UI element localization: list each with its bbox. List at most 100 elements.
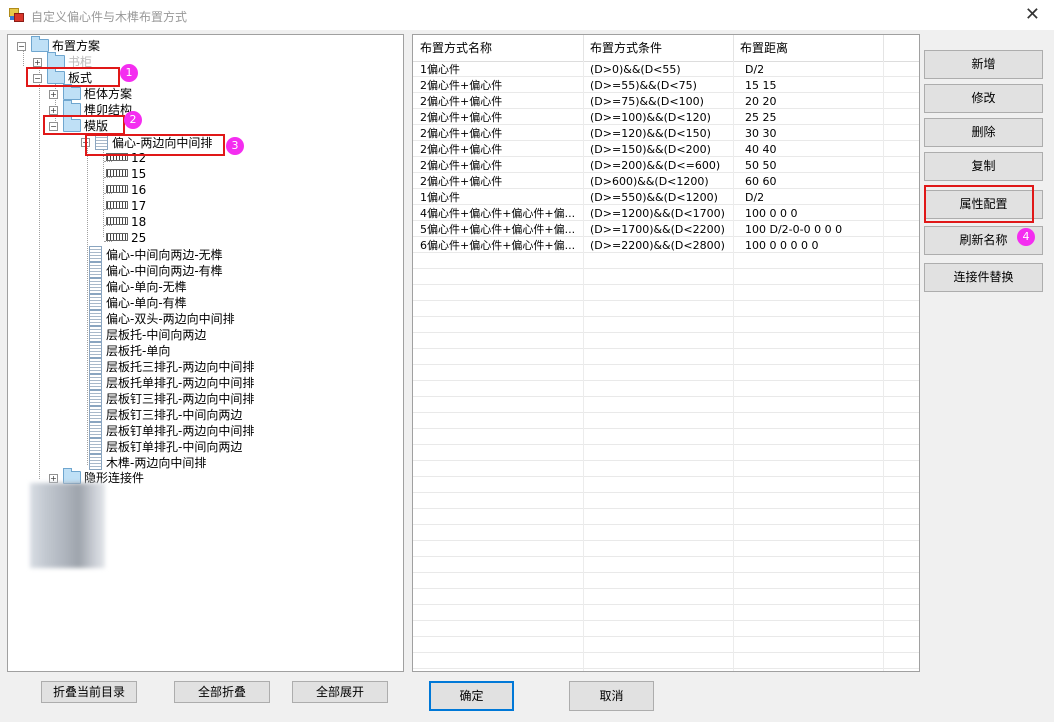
document-icon: [89, 278, 102, 294]
tree-node-template-item[interactable]: 层板托-中间向两边: [89, 326, 206, 342]
app-icon: [9, 8, 24, 22]
column-header-condition[interactable]: 布置方式条件: [590, 35, 662, 61]
cell-name: 1偏心件: [420, 191, 460, 204]
annotation-badge: 4: [1017, 228, 1035, 246]
cancel-button[interactable]: 取消: [569, 681, 654, 711]
edit-button[interactable]: 修改: [924, 84, 1043, 113]
cell-name: 2偏心件+偏心件: [420, 127, 503, 140]
grid-header: 布置方式名称 布置方式条件 布置距离: [413, 35, 919, 62]
copy-button[interactable]: 复制: [924, 152, 1043, 181]
cell-condition: (D>=120)&&(D<150): [590, 127, 711, 140]
highlight-box: [26, 67, 120, 87]
table-row[interactable]: 1偏心件 (D>0)&&(D<55) D/2: [413, 62, 919, 78]
column-header-name[interactable]: 布置方式名称: [420, 35, 492, 61]
tree-node-template-item[interactable]: 偏心-单向-无榫: [89, 278, 187, 294]
connector-replace-button[interactable]: 连接件替换: [924, 263, 1043, 292]
tree-node-template-item[interactable]: 层板托单排孔-两边向中间排: [89, 374, 254, 390]
table-row[interactable]: 2偏心件+偏心件 (D>=100)&&(D<120) 25 25: [413, 110, 919, 126]
tree-node-template-item[interactable]: 木榫-两边向中间排: [89, 454, 206, 470]
table-row[interactable]: 2偏心件+偏心件 (D>=200)&&(D<=600) 50 50: [413, 158, 919, 174]
cell-distance: 100 D/2-0-0 0 0 0: [745, 223, 843, 236]
table-row[interactable]: 1偏心件 (D>=550)&&(D<1200) D/2: [413, 190, 919, 206]
cell-condition: (D>600)&&(D<1200): [590, 175, 709, 188]
cell-name: 2偏心件+偏心件: [420, 79, 503, 92]
tree-node-template-item[interactable]: 层板钉单排孔-两边向中间排: [89, 422, 254, 438]
tree-node-label: 层板钉单排孔-两边向中间排: [106, 424, 255, 438]
tree-node-template-item[interactable]: 偏心-双头-两边向中间排: [89, 310, 235, 326]
expand-toggle-icon[interactable]: +: [49, 106, 58, 115]
board-icon: [106, 217, 128, 225]
cell-condition: (D>=150)&&(D<200): [590, 143, 711, 156]
column-header-distance[interactable]: 布置距离: [740, 35, 788, 61]
table-row[interactable]: 2偏心件+偏心件 (D>=55)&&(D<75) 15 15: [413, 78, 919, 94]
tree-node-template-item[interactable]: 层板托-单向: [89, 342, 170, 358]
table-row[interactable]: 2偏心件+偏心件 (D>=150)&&(D<200) 40 40: [413, 142, 919, 158]
collapse-all-button[interactable]: 全部折叠: [174, 681, 270, 703]
cell-condition: (D>=1700)&&(D<2200): [590, 223, 725, 236]
scheme-tree[interactable]: − 布置方案 + 书柜 − 板式 + 柜体方案 + 榫卯结构 − 模版 − 偏心…: [7, 34, 404, 672]
close-icon[interactable]: ✕: [1025, 4, 1040, 25]
tree-leaf-size[interactable]: 15: [106, 166, 146, 182]
cell-condition: (D>=200)&&(D<=600): [590, 159, 721, 172]
collapse-toggle-icon[interactable]: −: [17, 42, 26, 51]
document-icon: [89, 454, 102, 470]
annotation-badge: 2: [124, 111, 142, 129]
title-bar: 自定义偏心件与木榫布置方式 ✕: [0, 0, 1054, 30]
cell-distance: 30 30: [745, 127, 777, 140]
table-row[interactable]: 2偏心件+偏心件 (D>=75)&&(D<100) 20 20: [413, 94, 919, 110]
document-icon: [89, 390, 102, 406]
cell-condition: (D>=55)&&(D<75): [590, 79, 697, 92]
tree-node-template-item[interactable]: 偏心-中间向两边-有榫: [89, 262, 223, 278]
cell-condition: (D>=100)&&(D<120): [590, 111, 711, 124]
tree-node-label: 偏心-单向-有榫: [106, 296, 187, 310]
annotation-badge: 1: [120, 64, 138, 82]
tree-node-label: 层板钉单排孔-中间向两边: [106, 440, 243, 454]
tree-node-label: 层板托-中间向两边: [106, 328, 207, 342]
tree-node-label: 偏心-中间向两边-有榫: [106, 264, 223, 278]
tree-leaf-size[interactable]: 17: [106, 198, 146, 214]
tree-node-template-item[interactable]: 层板托三排孔-两边向中间排: [89, 358, 254, 374]
tree-node-template-item[interactable]: 层板钉单排孔-中间向两边: [89, 438, 242, 454]
tree-node-label: 偏心-单向-无榫: [106, 280, 187, 294]
cell-condition: (D>=75)&&(D<100): [590, 95, 704, 108]
tree-node-template-item[interactable]: 偏心-中间向两边-无榫: [89, 246, 223, 262]
board-icon: [106, 185, 128, 193]
tree-leaf-size[interactable]: 18: [106, 214, 146, 230]
table-row[interactable]: 2偏心件+偏心件 (D>=120)&&(D<150) 30 30: [413, 126, 919, 142]
tree-node-label: 16: [131, 183, 147, 197]
delete-button[interactable]: 删除: [924, 118, 1043, 147]
document-icon: [89, 294, 102, 310]
folder-icon: [31, 36, 49, 52]
table-row[interactable]: 2偏心件+偏心件 (D>600)&&(D<1200) 60 60: [413, 174, 919, 190]
highlight-box: [924, 185, 1034, 223]
cell-name: 6偏心件+偏心件+偏心件+偏...: [420, 239, 576, 252]
expand-toggle-icon[interactable]: +: [33, 58, 42, 67]
table-row[interactable]: 5偏心件+偏心件+偏心件+偏... (D>=1700)&&(D<2200) 100 …: [413, 222, 919, 238]
cell-distance: 100 0 0 0: [745, 207, 798, 220]
expand-toggle-icon[interactable]: +: [49, 90, 58, 99]
tree-node-template-item[interactable]: 层板钉三排孔-两边向中间排: [89, 390, 254, 406]
tree-node-label: 偏心-双头-两边向中间排: [106, 312, 235, 326]
table-row[interactable]: 4偏心件+偏心件+偏心件+偏... (D>=1200)&&(D<1700) 100 …: [413, 206, 919, 222]
tree-leaf-size[interactable]: 25: [106, 230, 146, 246]
tree-node-template-item[interactable]: 层板钉三排孔-中间向两边: [89, 406, 242, 422]
cell-name: 2偏心件+偏心件: [420, 111, 503, 124]
tree-node-cabinet-scheme[interactable]: + 柜体方案: [49, 84, 132, 102]
table-row[interactable]: 6偏心件+偏心件+偏心件+偏... (D>=2200)&&(D<2800) 100 …: [413, 238, 919, 254]
highlight-box: [43, 115, 125, 135]
collapse-current-button[interactable]: 折叠当前目录: [41, 681, 137, 703]
document-icon: [89, 342, 102, 358]
layout-grid[interactable]: 布置方式名称 布置方式条件 布置距离 1偏心件 (D>0)&&(D<55) D/2 …: [412, 34, 920, 672]
tree-leaf-size[interactable]: 16: [106, 182, 146, 198]
tree-node-label: 层板托-单向: [106, 344, 171, 358]
add-button[interactable]: 新增: [924, 50, 1043, 79]
tree-node-label: 布置方案: [52, 39, 101, 53]
board-icon: [106, 169, 128, 177]
expand-toggle-icon[interactable]: +: [49, 474, 58, 483]
expand-all-button[interactable]: 全部展开: [292, 681, 388, 703]
cell-name: 2偏心件+偏心件: [420, 95, 503, 108]
ok-button[interactable]: 确定: [429, 681, 514, 711]
tree-node-template-item[interactable]: 偏心-单向-有榫: [89, 294, 187, 310]
cell-name: 5偏心件+偏心件+偏心件+偏...: [420, 223, 576, 236]
cell-distance: 20 20: [745, 95, 777, 108]
